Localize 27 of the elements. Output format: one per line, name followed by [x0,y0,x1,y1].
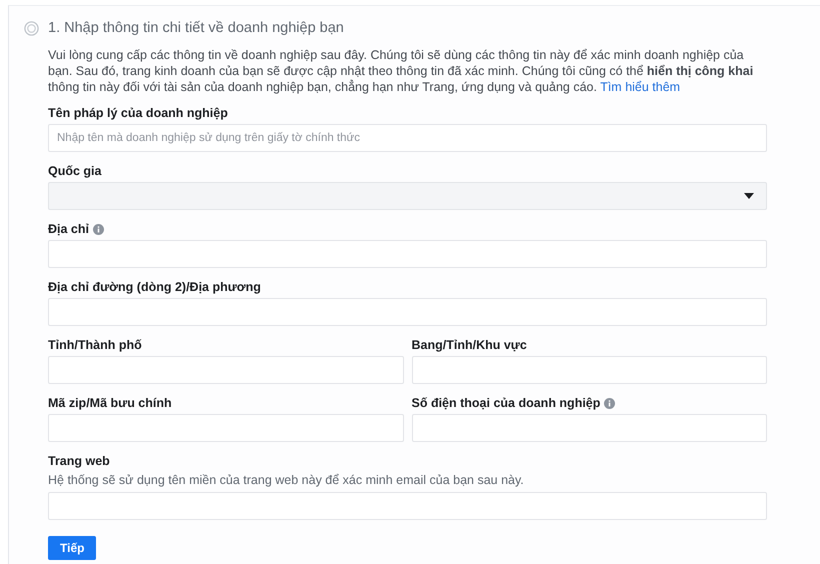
field-label: Tên pháp lý của doanh nghiệp [48,106,228,120]
info-icon[interactable] [93,224,104,234]
input-field[interactable] [48,492,767,520]
caret-icon [744,193,754,199]
input-field[interactable] [412,356,767,384]
input-field[interactable] [48,356,404,384]
field-label: Trang web [48,454,110,468]
input-field[interactable] [48,298,767,326]
field-label: Tỉnh/Thành phố [48,338,142,352]
field-label: Số điện thoại của doanh nghiệp [412,396,600,410]
input-field[interactable] [48,414,404,442]
field-label: Bang/Tỉnh/Khu vực [412,338,527,352]
field-label: Địa chỉ đường (dòng 2)/Địa phương [48,280,261,294]
field-label: Địa chỉ [48,222,89,236]
field-label: Quốc gia [48,164,102,178]
learn-more-link[interactable]: Tìm hiểu thêm [600,80,680,94]
country-select[interactable] [48,182,767,210]
field-label: Mã zip/Mã bưu chính [48,396,172,410]
next-button[interactable]: Tiếp [48,536,96,560]
radio-icon[interactable] [24,20,39,36]
step-title: 1. Nhập thông tin chi tiết về doanh nghiệp bạn [48,20,344,36]
input-field[interactable] [48,240,767,268]
input-field[interactable]: Nhập tên mà doanh nghiệp sử dụng trên giấy tờ chính thức [48,124,767,152]
info-icon[interactable] [604,398,616,408]
description-text: Vui lòng cung cấp các thông tin về doanh nghiệp sau đây. Chúng tôi sẽ dùng các thông tin này để xác minh doanh nghiệp của bạn. Sau đó, trang kinh doanh của bạn sẽ được cập nhật theo thông tin đã xác minh. Chúng tôi cũng có thể hiển thị công khai thông tin này đối với tài sản của doanh nghiệp bạn, chẳng hạn như Trang, ứng dụng và quảng cáo. Tìm hiểu thêm [48,47,754,95]
field-hint: Hệ thống sẽ sử dụng tên miền của trang web này để xác minh email của bạn sau này. [48,473,525,487]
input-field[interactable] [412,414,767,442]
